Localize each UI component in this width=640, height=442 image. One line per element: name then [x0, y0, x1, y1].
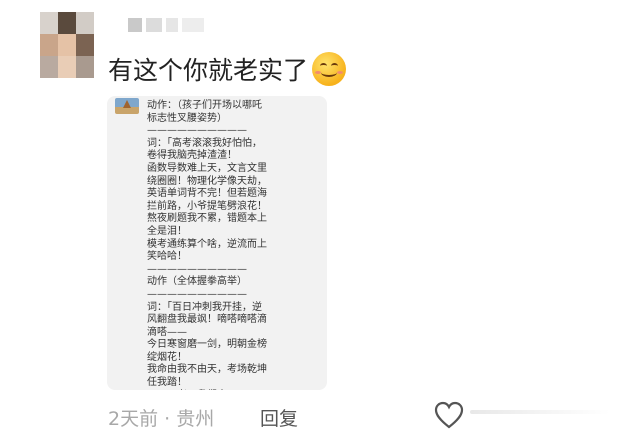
script-line: 动作（全体握拳高举）: [147, 276, 247, 288]
script-line: ——————————: [147, 288, 247, 300]
script-line: 笑哈哈！: [147, 251, 187, 263]
script-line: 卷得我脑壳掉渣渣！: [147, 150, 237, 162]
script-line: ——————————: [147, 263, 247, 275]
script-line: 英语单词背不完！但若题海: [147, 188, 267, 200]
script-line: 绕圈圈！物理化学像天劫，: [147, 175, 267, 187]
comment-text: 有这个你就老实了: [108, 52, 347, 87]
image-thumbnail-icon: [115, 98, 139, 114]
smiling-face-emoji-icon: [312, 52, 347, 86]
like-button[interactable]: [434, 401, 464, 429]
username-blurred[interactable]: [128, 18, 218, 32]
script-line: 词：「高考滚滚我好怕怕，: [147, 137, 262, 149]
like-count-placeholder: [470, 410, 610, 414]
script-line: 风翻盘我最飒！嘀嗒嘀嗒滴: [147, 314, 267, 326]
script-line: 滴嗒——: [147, 326, 187, 338]
script-line: 全是泪！: [147, 225, 187, 237]
script-line: 动作：（孩子们开场以哪吒: [147, 100, 262, 111]
script-line: 拦前路，小爷提笔劈浪花！: [147, 200, 267, 212]
script-line: 词：「百日冲刺我开挂，逆: [147, 301, 262, 313]
script-line: ——————————: [147, 125, 247, 137]
script-line: 函数导数难上天，文言文里: [147, 162, 267, 174]
avatar[interactable]: [40, 12, 94, 78]
image-script-text: 动作：（孩子们开场以哪吒 标志性叉腰姿势） —————————— 词：「高考滚滚我好怕…: [147, 100, 325, 390]
script-line: 绽烟花！: [147, 351, 187, 363]
heart-icon: [434, 401, 464, 429]
script-line: 标志性叉腰姿势）: [147, 112, 227, 124]
reply-button[interactable]: 回复: [260, 404, 298, 431]
script-line: 任我踏！: [147, 377, 187, 389]
script-line: 熬夜刷题我不累，错题本上: [147, 213, 267, 225]
script-line: 我命由我不由天，考场乾坤: [147, 364, 267, 376]
script-line: 今日寒窗磨一剑，明朝金榜: [147, 339, 267, 351]
comment-image[interactable]: 动作：（孩子们开场以哪吒 标志性叉腰姿势） —————————— 词：「高考滚滚我好怕…: [107, 96, 327, 390]
script-line: 模考通练算个啥，逆流而上: [147, 238, 267, 250]
comment-body: 有这个你就老实了: [108, 56, 309, 85]
comment-meta: 2天前 · 贵州: [108, 408, 215, 430]
